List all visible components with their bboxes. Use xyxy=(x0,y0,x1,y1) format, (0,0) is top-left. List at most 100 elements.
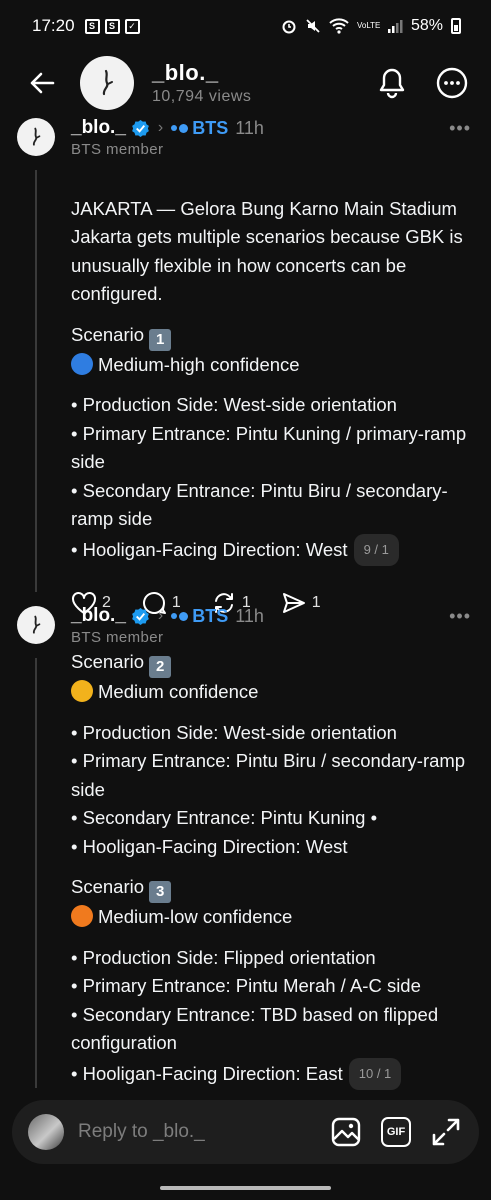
arrow-left-icon xyxy=(30,72,55,94)
post-username[interactable]: _blo._ xyxy=(71,117,126,139)
notifications-button[interactable] xyxy=(375,66,409,100)
image-icon xyxy=(331,1117,361,1147)
alarm-icon xyxy=(282,20,296,34)
header-text: _blo._ 10,794 views xyxy=(152,60,251,106)
detail-line: • Secondary Entrance: TBD based on flipp… xyxy=(71,1003,439,1054)
community-tag[interactable]: BTS xyxy=(171,118,228,139)
community-name: BTS xyxy=(192,117,229,138)
post-username[interactable]: _blo._ xyxy=(71,605,126,627)
post-counter: 10 / 1 xyxy=(348,1057,402,1090)
detail-line: • Hooligan-Facing Direction: East xyxy=(71,1062,343,1084)
post-header: _blo._ › BTS 11h ••• xyxy=(71,602,471,628)
system-icons: VoLTE 58% xyxy=(281,17,461,35)
indonesia-flag-icon xyxy=(71,172,95,188)
checkbox-icon: ✓ xyxy=(124,18,140,34)
thread-connector xyxy=(35,170,37,592)
view-count: 10,794 views xyxy=(152,88,252,105)
status-bar: 17:20 S S ✓ VoLTE 58% xyxy=(0,0,491,52)
detail-line: • Hooligan-Facing Direction: West xyxy=(71,835,348,857)
post-counter: 9 / 1 xyxy=(353,533,399,566)
s-app-icon: S xyxy=(104,18,120,34)
signal-icon xyxy=(387,20,403,33)
thread-post: _blo._ › BTS 11h ••• BTS member Scenario… xyxy=(0,602,491,1094)
scenario-number-keycap: 3 xyxy=(149,881,172,903)
post-avatar[interactable] xyxy=(17,606,55,644)
community-dots-icon xyxy=(171,123,189,133)
profile-avatar[interactable] xyxy=(80,56,134,110)
composer-actions: GIF xyxy=(329,1115,463,1149)
verified-badge-icon xyxy=(132,119,149,137)
post-more-icon[interactable]: ••• xyxy=(449,606,471,627)
chevron-right-icon: › xyxy=(157,607,164,624)
notification-icons: S S ✓ xyxy=(84,18,140,34)
blue-circle-icon xyxy=(71,352,93,375)
indonesia-flag-icon xyxy=(176,327,200,343)
back-button[interactable] xyxy=(22,63,62,103)
indonesia-flag-icon xyxy=(176,654,200,670)
detail-line: • Production Side: Flipped orientation xyxy=(71,946,376,968)
chevron-right-icon: › xyxy=(157,119,164,136)
status-time: 17:20 xyxy=(32,16,75,35)
scenario-label: Scenario xyxy=(71,323,145,345)
indonesia-flag-icon xyxy=(176,879,200,895)
reply-composer: Reply to _blo._ GIF xyxy=(12,1100,479,1164)
wifi-icon xyxy=(329,18,349,34)
confidence-label: Medium confidence xyxy=(98,681,259,702)
attach-image-button[interactable] xyxy=(329,1115,363,1149)
scenario-label: Scenario xyxy=(71,651,145,672)
more-circle-icon xyxy=(436,67,468,99)
volte-icon: VoLTE xyxy=(356,21,381,30)
header-actions xyxy=(375,66,469,100)
post-time: 11h xyxy=(235,605,264,626)
more-options-button[interactable] xyxy=(435,66,469,100)
member-badge: BTS member xyxy=(71,141,164,158)
reply-input[interactable]: Reply to _blo._ xyxy=(78,1121,205,1143)
detail-line: • Hooligan-Facing Direction: West xyxy=(71,538,348,560)
post-intro: JAKARTA — Gelora Bung Karno Main Stadium… xyxy=(71,197,463,305)
scenario-label: Scenario xyxy=(71,876,145,897)
post-header: _blo._ › BTS 11h ••• xyxy=(71,114,471,140)
current-user-avatar xyxy=(28,1114,64,1150)
community-dots-icon xyxy=(171,611,189,621)
community-name: BTS xyxy=(192,605,229,626)
detail-line: • Primary Entrance: Pintu Kuning / prima… xyxy=(71,422,467,473)
battery-percent: 58% xyxy=(410,17,443,34)
thread-feed[interactable]: _blo._ › BTS 11h ••• BTS member JAKARTA … xyxy=(0,114,491,1094)
member-badge: BTS member xyxy=(71,629,164,646)
expand-composer-button[interactable] xyxy=(429,1115,463,1149)
gif-icon: GIF xyxy=(381,1117,411,1147)
post-time: 11h xyxy=(235,117,264,138)
mute-icon xyxy=(306,19,320,33)
community-tag[interactable]: BTS xyxy=(171,606,228,627)
confidence-label: Medium-high confidence xyxy=(98,353,300,375)
home-indicator[interactable] xyxy=(160,1186,331,1190)
confidence-label: Medium-low confidence xyxy=(98,906,293,927)
verified-badge-icon xyxy=(132,607,149,625)
scenario-number-keycap: 1 xyxy=(149,328,172,351)
expand-icon xyxy=(432,1118,460,1146)
detail-line: • Secondary Entrance: Pintu Biru / secon… xyxy=(71,479,448,530)
detail-line: • Primary Entrance: Pintu Biru / seconda… xyxy=(71,750,466,800)
yellow-circle-icon xyxy=(71,680,93,702)
page-title[interactable]: _blo._ xyxy=(152,60,251,86)
post-body: JAKARTA — Gelora Bung Karno Main Stadium… xyxy=(71,166,471,566)
detail-line: • Production Side: West-side orientation xyxy=(71,394,397,415)
s-app-icon: S xyxy=(84,18,100,34)
scenario-number-keycap: 2 xyxy=(149,656,172,678)
post-avatar[interactable] xyxy=(17,118,55,156)
detail-line: • Secondary Entrance: Pintu Kuning • xyxy=(71,807,378,828)
avatar-squiggle-icon xyxy=(102,69,113,96)
detail-line: • Production Side: West-side orientation xyxy=(71,721,397,743)
bell-icon xyxy=(379,68,405,99)
avatar-squiggle-icon xyxy=(32,615,41,634)
thread-connector xyxy=(35,658,37,1088)
orange-circle-icon xyxy=(71,905,93,927)
detail-line: • Primary Entrance: Pintu Merah / A-C si… xyxy=(71,975,421,996)
post-more-icon[interactable]: ••• xyxy=(449,118,471,139)
battery-icon xyxy=(451,18,461,34)
thread-header: _blo._ 10,794 views xyxy=(0,52,491,114)
post-body: Scenario 2 Medium confidence • Productio… xyxy=(71,648,471,1090)
avatar-squiggle-icon xyxy=(32,127,41,146)
gif-button[interactable]: GIF xyxy=(379,1115,413,1149)
thread-post: _blo._ › BTS 11h ••• BTS member JAKARTA … xyxy=(0,114,491,614)
